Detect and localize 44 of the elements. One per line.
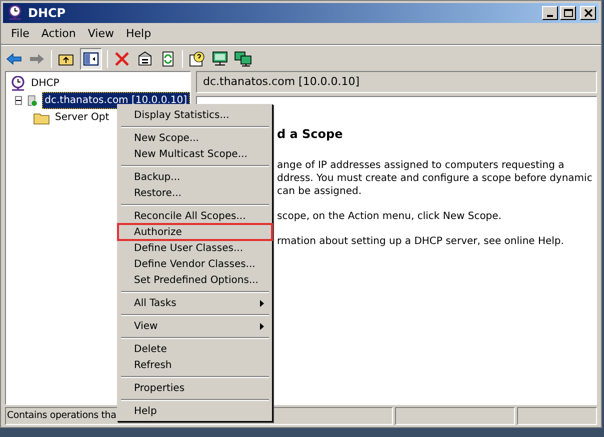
menu-item[interactable]: Help xyxy=(120,26,158,43)
context-menu-item[interactable]: Restore... xyxy=(120,185,270,201)
close-icon[interactable] xyxy=(580,6,596,20)
context-menu-item[interactable]: Display Statistics... xyxy=(120,107,270,123)
computer-icon[interactable] xyxy=(211,50,229,68)
maximize-icon[interactable] xyxy=(560,6,576,20)
details-paragraph: ange of IP addresses assigned to computers requesting a ddress. You must create and configure a scope before dynamic can be assigned. xyxy=(277,159,592,198)
details-heading: d a Scope xyxy=(277,126,343,143)
context-menu-item[interactable]: New Scope... xyxy=(120,130,270,146)
computers-icon[interactable] xyxy=(234,50,252,68)
help-icon[interactable] xyxy=(188,50,206,68)
status-text: Contains operations tha xyxy=(7,408,116,423)
tree-item[interactable]: Server Opt xyxy=(53,110,112,125)
show-hide-tree-icon[interactable] xyxy=(82,50,100,68)
context-menu-item[interactable]: View xyxy=(120,318,270,334)
server-icon xyxy=(26,92,40,108)
details-paragraph: scope, on the Action menu, click New Scope. xyxy=(277,210,502,223)
context-menu-item[interactable]: Define User Classes... xyxy=(120,240,270,256)
menu-item[interactable]: Action xyxy=(35,26,82,43)
delete-icon[interactable] xyxy=(113,50,131,68)
context-menu-item[interactable]: Delete xyxy=(120,341,270,357)
minimize-icon[interactable] xyxy=(542,6,558,20)
details-header: dc.thanatos.com [10.0.0.10] xyxy=(203,74,360,90)
context-menu-item[interactable]: Help xyxy=(120,403,270,419)
dhcp-clock-icon xyxy=(6,5,24,21)
context-menu-item[interactable]: Authorize xyxy=(118,224,272,240)
collapse-toggle-icon[interactable] xyxy=(15,96,22,105)
dhcp-clock-icon xyxy=(9,76,27,92)
context-menu-item[interactable]: Reconcile All Scopes... xyxy=(120,208,270,224)
details-paragraph: rmation about setting up a DHCP server, see online Help. xyxy=(277,235,564,248)
tree-item[interactable]: DHCP xyxy=(29,76,62,91)
window-title: DHCP xyxy=(28,5,66,22)
context-menu-item[interactable]: New Multicast Scope... xyxy=(120,146,270,162)
context-menu-item[interactable]: Set Predefined Options... xyxy=(120,272,270,288)
context-menu-item[interactable]: Refresh xyxy=(120,357,270,373)
context-menu-item[interactable]: Properties xyxy=(120,380,270,396)
menu-item[interactable]: File xyxy=(5,26,36,43)
submenu-arrow-icon xyxy=(260,300,264,306)
submenu-arrow-icon xyxy=(260,322,264,330)
context-menu-item[interactable]: All Tasks xyxy=(120,295,270,311)
properties-icon[interactable] xyxy=(136,50,154,68)
menu-item[interactable]: View xyxy=(82,26,120,43)
context-menu-item[interactable]: Backup... xyxy=(120,169,270,185)
context-menu-item[interactable]: Define Vendor Classes... xyxy=(120,256,270,272)
